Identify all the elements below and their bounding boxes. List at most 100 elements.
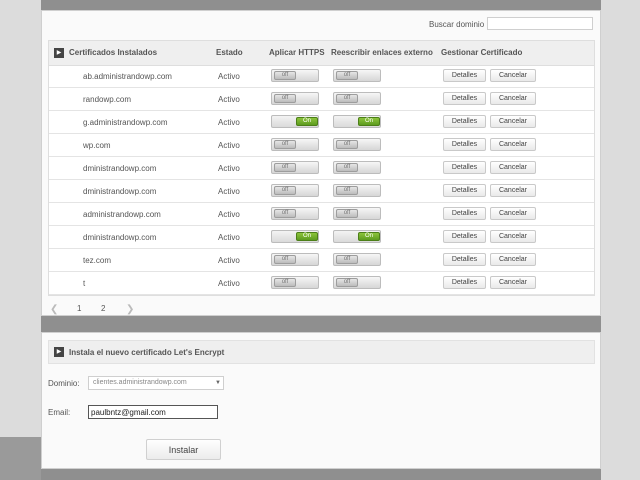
switch-knob: off bbox=[336, 255, 358, 264]
collapse-arrow-icon[interactable]: ▶ bbox=[54, 347, 64, 357]
cancel-button[interactable]: Cancelar bbox=[490, 184, 536, 197]
details-button[interactable]: Detalles bbox=[443, 276, 486, 289]
table-row: dministrandowp.com Activo off off Detalles Ca… bbox=[49, 180, 594, 203]
cancel-button[interactable]: Cancelar bbox=[490, 207, 536, 220]
search-input[interactable] bbox=[487, 17, 593, 30]
row-status: Activo bbox=[218, 279, 240, 288]
rewrite-switch[interactable]: off bbox=[333, 276, 381, 289]
rewrite-switch[interactable]: On bbox=[333, 230, 381, 243]
https-switch[interactable]: On bbox=[271, 115, 319, 128]
rewrite-switch[interactable]: On bbox=[333, 115, 381, 128]
https-switch[interactable]: off bbox=[271, 276, 319, 289]
domain-label: Dominio: bbox=[48, 379, 80, 388]
details-button[interactable]: Detalles bbox=[443, 207, 486, 220]
table-row: t Activo off off Detalles Cancelar bbox=[49, 272, 594, 295]
pager-page-2[interactable]: 2 bbox=[101, 304, 105, 313]
row-domain: tez.com bbox=[83, 256, 112, 265]
header-rewrite: Reescribir enlaces externo bbox=[331, 48, 433, 57]
row-status: Activo bbox=[218, 118, 240, 127]
details-button[interactable]: Detalles bbox=[443, 138, 486, 151]
details-button[interactable]: Detalles bbox=[443, 115, 486, 128]
install-title: Instala el nuevo certificado Let's Encry… bbox=[69, 348, 225, 357]
rewrite-switch[interactable]: off bbox=[333, 92, 381, 105]
rewrite-switch[interactable]: off bbox=[333, 69, 381, 82]
rewrite-switch[interactable]: off bbox=[333, 253, 381, 266]
cancel-button[interactable]: Cancelar bbox=[490, 253, 536, 266]
rewrite-switch[interactable]: off bbox=[333, 161, 381, 174]
certificates-table: ▶ Certificados Instalados Estado Aplicar… bbox=[48, 40, 595, 296]
https-switch[interactable]: off bbox=[271, 92, 319, 105]
table-row: tez.com Activo off off Detalles Cancelar bbox=[49, 249, 594, 272]
https-switch[interactable]: off bbox=[271, 207, 319, 220]
row-status: Activo bbox=[218, 164, 240, 173]
search-label: Buscar dominio bbox=[429, 20, 485, 29]
row-status: Activo bbox=[218, 72, 240, 81]
https-switch[interactable]: off bbox=[271, 138, 319, 151]
switch-knob: On bbox=[296, 232, 318, 241]
row-status: Activo bbox=[218, 95, 240, 104]
details-button[interactable]: Detalles bbox=[443, 230, 486, 243]
details-button[interactable]: Detalles bbox=[443, 184, 486, 197]
cancel-button[interactable]: Cancelar bbox=[490, 92, 536, 105]
switch-knob: On bbox=[358, 117, 380, 126]
install-header: ▶ Instala el nuevo certificado Let's Enc… bbox=[48, 340, 595, 364]
details-button[interactable]: Detalles bbox=[443, 69, 486, 82]
https-switch[interactable]: off bbox=[271, 161, 319, 174]
row-status: Activo bbox=[218, 256, 240, 265]
domain-select[interactable]: clientes.administrandowp.com ▼ bbox=[88, 376, 224, 390]
switch-knob: off bbox=[336, 94, 358, 103]
email-input[interactable] bbox=[88, 405, 218, 419]
switch-knob: off bbox=[336, 140, 358, 149]
cancel-button[interactable]: Cancelar bbox=[490, 276, 536, 289]
switch-knob: off bbox=[274, 209, 296, 218]
header-status: Estado bbox=[216, 48, 243, 57]
details-button[interactable]: Detalles bbox=[443, 161, 486, 174]
collapse-arrow-icon[interactable]: ▶ bbox=[54, 48, 64, 58]
details-button[interactable]: Detalles bbox=[443, 92, 486, 105]
row-status: Activo bbox=[218, 187, 240, 196]
cancel-button[interactable]: Cancelar bbox=[490, 138, 536, 151]
install-button[interactable]: Instalar bbox=[146, 439, 221, 460]
cancel-button[interactable]: Cancelar bbox=[490, 230, 536, 243]
row-domain: g.administrandowp.com bbox=[83, 118, 168, 127]
switch-knob: off bbox=[274, 140, 296, 149]
domain-select-value: clientes.administrandowp.com bbox=[93, 379, 187, 386]
switch-knob: off bbox=[274, 278, 296, 287]
certificates-panel: Buscar dominio ▶ Certificados Instalados… bbox=[41, 10, 601, 316]
switch-knob: off bbox=[274, 255, 296, 264]
row-status: Activo bbox=[218, 141, 240, 150]
cancel-button[interactable]: Cancelar bbox=[490, 115, 536, 128]
switch-knob: off bbox=[274, 186, 296, 195]
cancel-button[interactable]: Cancelar bbox=[490, 161, 536, 174]
switch-knob: off bbox=[274, 94, 296, 103]
https-switch[interactable]: off bbox=[271, 253, 319, 266]
rewrite-switch[interactable]: off bbox=[333, 138, 381, 151]
header-cert: Certificados Instalados bbox=[69, 48, 158, 57]
row-domain: ab.administrandowp.com bbox=[83, 72, 172, 81]
table-row: dministrandowp.com Activo off off Detalles Ca… bbox=[49, 157, 594, 180]
https-switch[interactable]: off bbox=[271, 69, 319, 82]
switch-knob: off bbox=[336, 186, 358, 195]
rewrite-switch[interactable]: off bbox=[333, 207, 381, 220]
switch-knob: off bbox=[274, 163, 296, 172]
switch-knob: off bbox=[336, 71, 358, 80]
pager-prev-icon[interactable]: ❮ bbox=[50, 304, 58, 315]
table-row: wp.com Activo off off Detalles Cancelar bbox=[49, 134, 594, 157]
email-label: Email: bbox=[48, 408, 71, 417]
details-button[interactable]: Detalles bbox=[443, 253, 486, 266]
install-panel: ▶ Instala el nuevo certificado Let's Enc… bbox=[41, 332, 601, 469]
chevron-down-icon: ▼ bbox=[215, 380, 221, 386]
switch-knob: off bbox=[274, 71, 296, 80]
row-domain: t bbox=[83, 279, 86, 288]
https-switch[interactable]: On bbox=[271, 230, 319, 243]
rewrite-switch[interactable]: off bbox=[333, 184, 381, 197]
overlay-right bbox=[601, 0, 640, 480]
switch-knob: off bbox=[336, 163, 358, 172]
switch-knob: On bbox=[358, 232, 380, 241]
pager-page-1[interactable]: 1 bbox=[77, 304, 81, 313]
pager-next-icon[interactable]: ❯ bbox=[126, 304, 134, 315]
row-domain: administrandowp.com bbox=[83, 210, 161, 219]
overlay-left bbox=[0, 0, 41, 480]
cancel-button[interactable]: Cancelar bbox=[490, 69, 536, 82]
https-switch[interactable]: off bbox=[271, 184, 319, 197]
